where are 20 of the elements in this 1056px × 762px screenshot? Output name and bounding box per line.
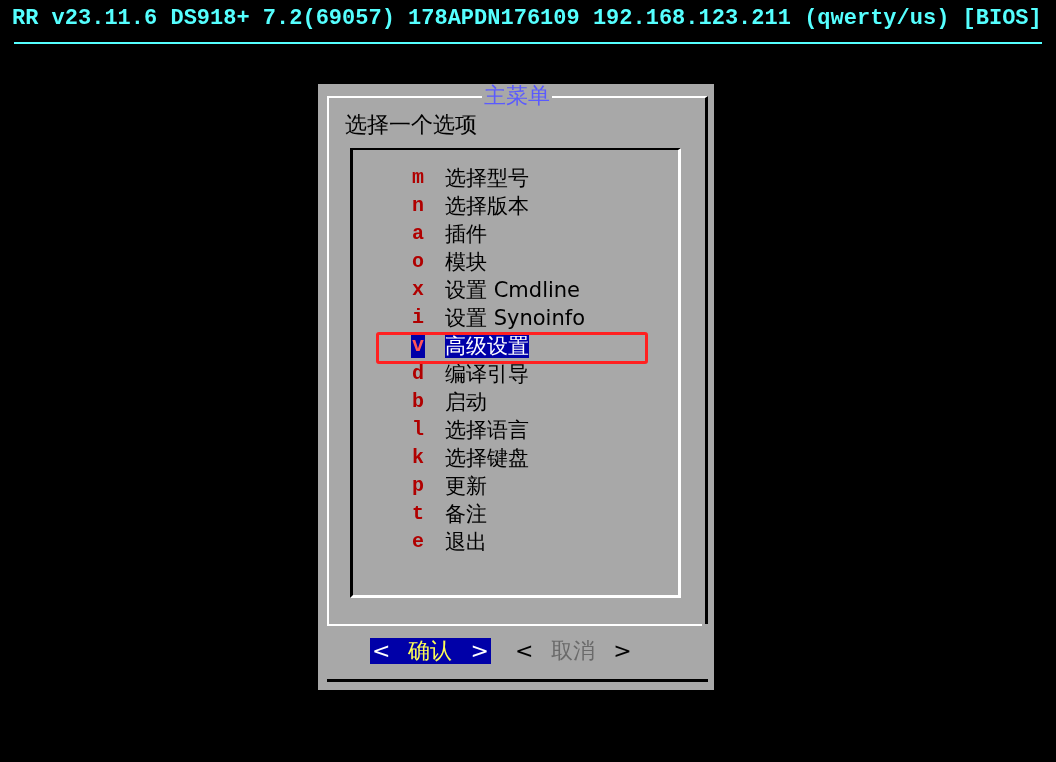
menu-item[interactable]: 选择型号 (445, 166, 529, 190)
status-header: RR v23.11.6 DS918+ 7.2(69057) 178APDN176109 192.168.123.211 (qwerty/us) [BIOS] (11, 5, 1043, 33)
menu-item[interactable]: 备注 (445, 502, 487, 526)
menu-item[interactable]: 选择语言 (445, 418, 529, 442)
menu-item[interactable]: 启动 (445, 390, 487, 414)
menu-item[interactable]: 高级设置 (445, 334, 529, 358)
menu-item[interactable]: 退出 (445, 530, 487, 554)
menu-item[interactable]: 更新 (445, 474, 487, 498)
dialog-button[interactable]: < 确认 > (370, 638, 491, 664)
menu-item[interactable]: 插件 (445, 222, 487, 246)
menu-item[interactable]: 模块 (445, 250, 487, 274)
menu-item[interactable]: 选择键盘 (445, 446, 529, 470)
prompt-text: 选择一个选项 (344, 111, 477, 138)
dialog-title: 主菜单 (482, 84, 552, 108)
menu-item[interactable]: 选择版本 (445, 194, 529, 218)
menu-item[interactable]: 设置 Synoinfo (445, 306, 585, 330)
dialog-button[interactable]: < 取消 > (512, 638, 634, 664)
menu-item[interactable]: 设置 Cmdline (445, 278, 581, 302)
menu-item[interactable]: 编译引导 (445, 362, 529, 386)
hotkey-letter[interactable]: v (411, 334, 425, 358)
